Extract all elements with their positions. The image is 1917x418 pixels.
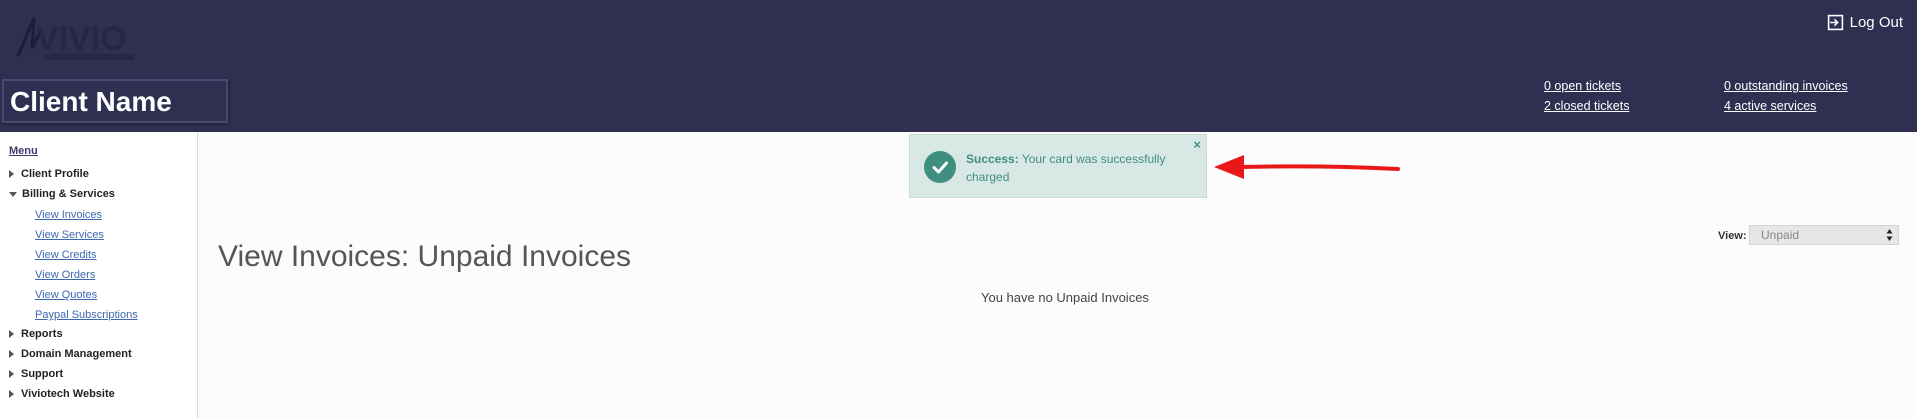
sidebar-subitem-view-invoices[interactable]: View Invoices <box>35 209 102 221</box>
caret-right-icon <box>9 330 14 338</box>
sidebar-subitem-view-orders[interactable]: View Orders <box>35 269 95 281</box>
logo-graphic: VIVIO <box>16 17 134 60</box>
sidebar-item-label: Viviotech Website <box>21 388 115 400</box>
view-select-value: Unpaid <box>1761 228 1800 242</box>
sidebar-subitem-view-quotes[interactable]: View Quotes <box>35 289 97 301</box>
caret-right-icon <box>9 170 14 178</box>
view-select[interactable]: Unpaid <box>1749 225 1899 245</box>
sidebar-item-viviotech-website[interactable]: Viviotech Website <box>9 388 115 400</box>
sidebar-item-domain-management[interactable]: Domain Management <box>9 348 132 360</box>
sidebar-item-label: Client Profile <box>21 168 89 180</box>
sidebar-item-billing-services[interactable]: Billing & Services <box>9 188 115 200</box>
closed-tickets-link[interactable]: 2 closed tickets <box>1544 99 1629 113</box>
red-arrow-annotation <box>1214 155 1400 179</box>
alert-text: Success: Your card was successfully char… <box>966 150 1186 186</box>
outstanding-invoices-link[interactable]: 0 outstanding invoices <box>1724 79 1848 93</box>
client-name-box: Client Name <box>2 79 228 123</box>
caret-right-icon <box>9 390 14 398</box>
sidebar-item-label: Support <box>21 368 64 380</box>
logout-icon <box>1827 14 1843 31</box>
client-name: Client Name <box>10 86 172 117</box>
logo-text: VIVIO <box>36 20 127 58</box>
sidebar-item-client-profile[interactable]: Client Profile <box>9 168 89 180</box>
active-services-link[interactable]: 4 active services <box>1724 99 1816 113</box>
menu-link[interactable]: Menu <box>9 145 38 157</box>
view-label: View: <box>1718 230 1747 242</box>
sidebar-subitem-view-services[interactable]: View Services <box>35 229 104 241</box>
header: VIVIO Client Name Log Out 0 open tickets… <box>0 0 1917 132</box>
caret-right-icon <box>9 370 14 378</box>
success-alert: Success: Your card was successfully char… <box>909 134 1207 198</box>
alert-prefix: Success: <box>966 152 1019 166</box>
check-circle-icon <box>924 151 956 183</box>
sidebar-item-reports[interactable]: Reports <box>9 328 63 340</box>
open-tickets-link[interactable]: 0 open tickets <box>1544 79 1621 93</box>
sidebar-item-support[interactable]: Support <box>9 368 63 380</box>
sidebar-subitem-paypal-subscriptions[interactable]: Paypal Subscriptions <box>35 309 138 321</box>
sidebar: Menu Client Profile Billing & Services V… <box>0 132 198 418</box>
caret-right-icon <box>9 350 14 358</box>
page-title: View Invoices: Unpaid Invoices <box>218 240 631 274</box>
sidebar-item-label: Domain Management <box>21 348 132 360</box>
sidebar-item-label: Reports <box>21 328 63 340</box>
close-icon[interactable]: × <box>1193 137 1201 152</box>
sidebar-subitem-view-credits[interactable]: View Credits <box>35 249 97 261</box>
select-arrows-icon <box>1886 229 1893 241</box>
logout-button[interactable]: Log Out <box>1827 14 1903 31</box>
logout-label: Log Out <box>1849 14 1903 31</box>
empty-invoices-message: You have no Unpaid Invoices <box>981 290 1149 305</box>
vivio-logo[interactable]: VIVIO <box>12 12 152 68</box>
caret-down-icon <box>9 192 17 197</box>
sidebar-item-label: Billing & Services <box>22 188 115 200</box>
main-content: Success: Your card was successfully char… <box>198 132 1917 418</box>
